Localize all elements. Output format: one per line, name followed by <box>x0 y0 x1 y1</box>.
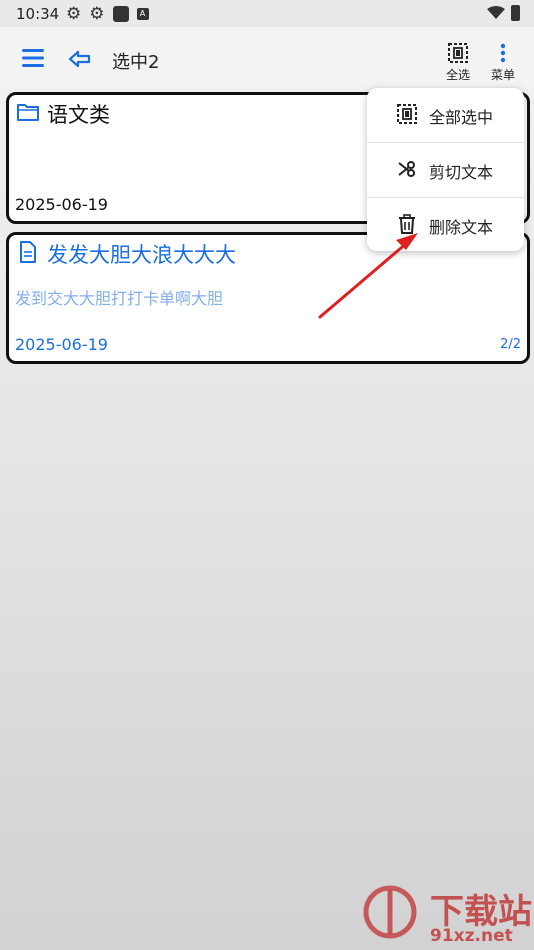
watermark-site: 91xz.net <box>430 926 513 946</box>
watermark: 下载站 91xz.net <box>360 880 534 950</box>
annotation-arrow <box>318 233 418 319</box>
